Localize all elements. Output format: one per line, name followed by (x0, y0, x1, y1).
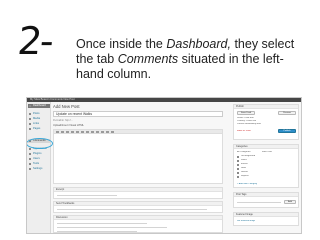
category-checkbox[interactable] (237, 160, 239, 162)
sidebar-item-settings[interactable]: Settings (28, 167, 50, 171)
category-label: Notices (241, 171, 249, 173)
add-tag-button[interactable]: Add (284, 200, 296, 204)
sidebar-item-users[interactable]: Users (28, 157, 50, 161)
preview-button[interactable]: Preview (278, 111, 296, 115)
align-right-icon[interactable] (96, 131, 99, 133)
save-draft-button[interactable]: Save Draft (237, 111, 255, 115)
sidebar-item-plugins[interactable]: Plugins (28, 152, 50, 156)
plugins-icon (29, 153, 31, 155)
publish-box: Publish Save Draft Preview Status: Draft… (233, 104, 299, 140)
align-left-icon[interactable] (86, 131, 89, 133)
strikethrough-icon[interactable] (66, 131, 69, 133)
instruction-comments-word: Comments (117, 52, 179, 66)
move-to-trash-link[interactable]: Move to Trash (237, 130, 251, 133)
discussion-option-line[interactable] (57, 231, 137, 232)
excerpt-title: Excerpt (54, 188, 222, 192)
bullet-list-icon[interactable] (71, 131, 74, 133)
media-icon (29, 118, 31, 120)
trackbacks-box: Send Trackbacks (53, 201, 223, 213)
category-label: Reports (241, 175, 249, 177)
trackbacks-title: Send Trackbacks (54, 202, 222, 206)
discussion-box: Discussion (53, 215, 223, 233)
sidebar-item-label: Media (33, 117, 41, 120)
tags-box: Post Tags Add (233, 192, 299, 208)
tools-icon (29, 163, 31, 165)
dashboard-icon (29, 105, 31, 107)
italic-icon[interactable] (61, 131, 64, 133)
tags-input[interactable] (237, 202, 281, 203)
sidebar-item-label: Settings (33, 167, 43, 170)
discussion-option-line[interactable] (57, 227, 167, 228)
links-icon (29, 123, 31, 125)
bold-icon[interactable] (56, 131, 59, 133)
unlink-icon[interactable] (106, 131, 109, 133)
wordpress-screenshot: My Sites Beacon Comments New Post Dashbo… (26, 97, 302, 234)
tab-most-used[interactable]: Most Used (262, 151, 272, 154)
category-checkbox[interactable] (237, 176, 239, 178)
permalink[interactable]: Permalink: http://... (53, 119, 73, 122)
category-checkbox[interactable] (237, 168, 239, 170)
post-editor: Add New Post Update on recent Walks Perm… (53, 104, 231, 233)
comments-highlight-circle (27, 138, 53, 149)
numbered-list-icon[interactable] (76, 131, 79, 133)
featured-image-box: Featured Image Set featured image (233, 212, 299, 226)
sidebar-item-label: Users (33, 157, 40, 160)
sidebar-item-links[interactable]: Links (28, 122, 50, 126)
sidebar-item-label: Dashboard (33, 104, 46, 107)
category-checkbox[interactable] (237, 164, 239, 166)
editor-right-column: Publish Save Draft Preview Status: Draft… (233, 104, 299, 233)
category-label: Uncategorized (241, 155, 256, 157)
excerpt-box: Excerpt (53, 187, 223, 199)
users-icon (29, 158, 31, 160)
category-label: Walks (241, 159, 247, 161)
sidebar-item-label: Posts (33, 112, 40, 115)
sidebar-item-label: Plugins (33, 152, 42, 155)
categories-title: Categories (234, 145, 298, 149)
page-title: Add New Post (53, 104, 80, 109)
sidebar-item-pages[interactable]: Pages (28, 127, 50, 131)
settings-icon (29, 168, 31, 170)
admin-bar: My Sites Beacon Comments New Post (27, 98, 301, 102)
admin-sidebar: Dashboard Posts Media Links Pages Commen… (27, 102, 53, 233)
sidebar-item-label: Pages (33, 127, 41, 130)
discussion-option-line[interactable] (57, 223, 147, 224)
sidebar-item-label: Tools (33, 162, 40, 165)
editor-header: Upload/Insert Visual HTML (53, 124, 84, 127)
excerpt-field[interactable] (57, 195, 117, 196)
posts-icon (29, 113, 31, 115)
publish-title: Publish (234, 105, 298, 109)
trackbacks-field[interactable] (57, 209, 207, 210)
instruction-dashboard-word: Dashboard, (166, 37, 231, 51)
sidebar-item-tools[interactable]: Tools (28, 162, 50, 166)
add-category-link[interactable]: + Add New Category (237, 183, 257, 186)
set-featured-image-link[interactable]: Set featured image (237, 220, 255, 223)
sidebar-item-posts[interactable]: Posts (28, 112, 50, 116)
publish-button[interactable]: Publish (278, 129, 296, 133)
discussion-title: Discussion (54, 216, 222, 220)
post-title-input[interactable]: Update on recent Walks (53, 111, 223, 117)
sidebar-item-dashboard[interactable]: Dashboard (28, 104, 50, 108)
more-tag-icon[interactable] (111, 131, 114, 133)
sidebar-item-label: Links (33, 122, 40, 125)
instruction-text: Once inside the Dashboard, they select t… (76, 37, 308, 82)
appearance-icon (29, 148, 31, 150)
category-checkbox[interactable] (237, 156, 239, 158)
post-content-editor[interactable] (53, 134, 223, 184)
sidebar-item-media[interactable]: Media (28, 117, 50, 121)
link-icon[interactable] (101, 131, 104, 133)
publish-timing: Publish immediately Edit (237, 123, 261, 125)
category-checkbox[interactable] (237, 172, 239, 174)
tab-all-categories[interactable]: All Categories (237, 151, 251, 154)
category-label: Events (241, 163, 248, 165)
blockquote-icon[interactable] (81, 131, 84, 133)
step-number: 2- (15, 19, 55, 63)
categories-box: Categories All Categories Most Used Unca… (233, 144, 299, 188)
instruction-prefix: Once inside the (76, 37, 167, 51)
pages-icon (29, 128, 31, 130)
category-label: News (241, 167, 247, 169)
align-center-icon[interactable] (91, 131, 94, 133)
tags-title: Post Tags (234, 193, 298, 197)
featured-image-title: Featured Image (234, 213, 298, 217)
